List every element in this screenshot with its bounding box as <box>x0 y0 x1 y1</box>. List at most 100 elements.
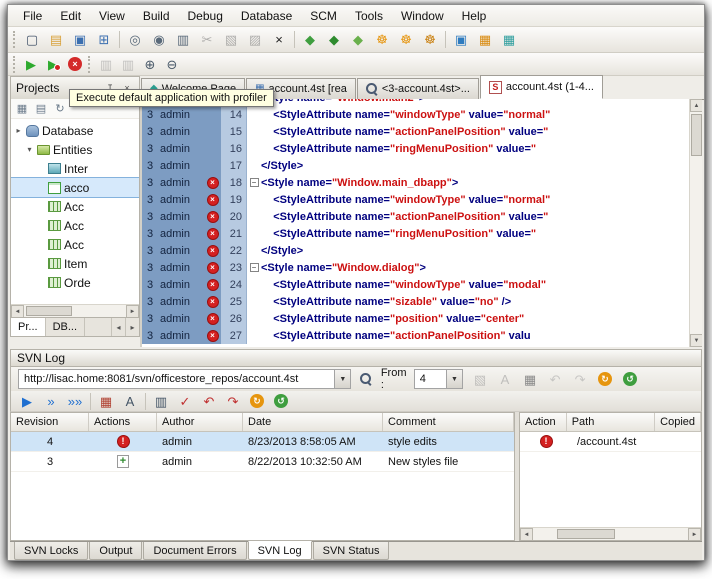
get-all-button[interactable]: »» <box>63 390 87 412</box>
menu-database[interactable]: Database <box>232 6 301 26</box>
url-dropdown-arrow[interactable]: ▼ <box>334 370 351 388</box>
fold-toggle[interactable]: − <box>247 174 261 191</box>
editor-tab-2[interactable]: <3-account.4st>... <box>356 78 479 99</box>
export-diff-button[interactable]: ▦ <box>94 390 118 412</box>
print-preview-button[interactable]: ▥ <box>117 54 139 74</box>
menu-window[interactable]: Window <box>392 6 453 26</box>
tree-item-acc[interactable]: Acc <box>11 235 139 254</box>
search-in-files-button[interactable]: ◉ <box>147 29 171 51</box>
undo-button[interactable]: ↶ <box>197 390 221 412</box>
bottom-tab-svn-status[interactable]: SVN Status <box>312 542 390 560</box>
menu-tools[interactable]: Tools <box>346 6 392 26</box>
scroll-left-icon[interactable]: ◄ <box>520 528 533 540</box>
run-profiler-button[interactable]: ▶ <box>42 54 64 74</box>
collapse-all-button[interactable]: ▦ <box>14 101 30 117</box>
verify-button[interactable]: ✓ <box>173 390 197 412</box>
menu-file[interactable]: File <box>14 6 51 26</box>
export-log-button[interactable]: ▦ <box>518 368 542 390</box>
menu-scm[interactable]: SCM <box>301 6 346 26</box>
repository-url-combo[interactable]: http://lisac.home:8081/svn/officestore_r… <box>18 369 352 389</box>
get-next-block-button[interactable]: » <box>39 390 63 412</box>
from-dropdown-arrow[interactable]: ▼ <box>446 370 463 388</box>
annotate-button[interactable]: A <box>493 368 517 390</box>
scroll-tabs-left-icon[interactable]: ◂ <box>111 318 125 336</box>
scroll-track[interactable] <box>24 305 126 317</box>
zoom-in-button[interactable]: ⊕ <box>139 54 161 74</box>
menu-view[interactable]: View <box>90 6 134 26</box>
caret-open-icon[interactable]: ▾ <box>25 145 34 154</box>
tree-item-orde[interactable]: Orde <box>11 273 139 292</box>
column-header-path[interactable]: Path <box>567 413 656 431</box>
commit-button[interactable]: ↺ <box>618 368 642 390</box>
deploy-button[interactable]: ◆ <box>346 29 370 51</box>
panel-tab-0[interactable]: Pr... <box>11 318 46 336</box>
code-editor[interactable]: 3admin13−<Style name="Window.main2">3adm… <box>142 99 702 347</box>
tree-horizontal-scrollbar[interactable]: ◄ ► <box>11 304 139 318</box>
scroll-up-icon[interactable]: ▲ <box>690 99 702 112</box>
menu-debug[interactable]: Debug <box>179 6 232 26</box>
menu-build[interactable]: Build <box>134 6 179 26</box>
copy-button[interactable]: ▧ <box>219 29 243 51</box>
menu-edit[interactable]: Edit <box>51 6 90 26</box>
tree-item-entities[interactable]: ▾ Entities <box>11 140 139 159</box>
paste-button[interactable]: ▨ <box>243 29 267 51</box>
get-log-button[interactable]: ▶ <box>15 390 39 412</box>
bottom-tab-svn-locks[interactable]: SVN Locks <box>14 542 89 560</box>
scroll-down-icon[interactable]: ▼ <box>690 334 702 347</box>
window-layout-button[interactable]: ▥ <box>171 29 195 51</box>
build-button[interactable]: ◆ <box>298 29 322 51</box>
scroll-track[interactable] <box>533 528 688 540</box>
tree-item-acc[interactable]: Acc <box>11 216 139 235</box>
report-designer-button[interactable]: ▦ <box>473 29 497 51</box>
caret-closed-icon[interactable]: ▸ <box>14 126 23 135</box>
bottom-tab-svn-log[interactable]: SVN Log <box>247 541 312 560</box>
bottom-tab-document-errors[interactable]: Document Errors <box>143 542 247 560</box>
new-file-button[interactable]: ▢ <box>20 29 44 51</box>
stop-button[interactable]: × <box>64 54 86 74</box>
cut-button[interactable]: ✂ <box>195 29 219 51</box>
scroll-thumb[interactable] <box>557 529 615 539</box>
refresh-button[interactable]: ↻ <box>52 101 68 117</box>
scroll-thumb[interactable] <box>26 306 72 316</box>
scroll-right-icon[interactable]: ► <box>688 528 701 540</box>
delete-button[interactable]: × <box>267 29 291 51</box>
annotate-revision-button[interactable]: A <box>118 390 142 412</box>
save-all-button[interactable]: ⊞ <box>92 29 116 51</box>
app-settings-button[interactable]: ☸ <box>370 29 394 51</box>
column-header-comment[interactable]: Comment <box>383 413 514 431</box>
view-revision-button[interactable]: ▥ <box>149 390 173 412</box>
menu-help[interactable]: Help <box>453 6 496 26</box>
column-header-action[interactable]: Action <box>520 413 567 431</box>
column-header-author[interactable]: Author <box>157 413 243 431</box>
column-header-actions[interactable]: Actions <box>89 413 157 431</box>
panel-tab-1[interactable]: DB... <box>46 318 86 336</box>
redo-merge-button[interactable]: ↷ <box>568 368 592 390</box>
column-header-copied[interactable]: Copied <box>655 413 701 431</box>
search-button[interactable]: ◎ <box>123 29 147 51</box>
undo-merge-button[interactable]: ↶ <box>543 368 567 390</box>
redo-button[interactable]: ↷ <box>221 390 245 412</box>
zoom-out-button[interactable]: ⊖ <box>161 54 183 74</box>
open-folder-button[interactable]: ▤ <box>44 29 68 51</box>
save-button[interactable]: ▣ <box>68 29 92 51</box>
update-to-revision-button[interactable]: ↻ <box>593 368 617 390</box>
scroll-tabs-right-icon[interactable]: ▸ <box>125 318 139 336</box>
column-header-date[interactable]: Date <box>243 413 383 431</box>
fold-toggle[interactable]: − <box>247 259 261 276</box>
editor-vertical-scrollbar[interactable]: ▲ ▼ <box>689 99 702 347</box>
link-with-editor-button[interactable]: ▤ <box>33 101 49 117</box>
changed-path-row[interactable]: ! /account.4st <box>520 432 701 452</box>
services-button[interactable]: ☸ <box>394 29 418 51</box>
scroll-thumb[interactable] <box>691 114 702 156</box>
tree-item-acco[interactable]: acco <box>11 177 139 198</box>
revision-row-3[interactable]: 3 + admin 8/22/2013 10:32:50 AM New styles f… <box>11 452 514 472</box>
db-designer-button[interactable]: ▦ <box>497 29 521 51</box>
update-head-button[interactable]: ↻ <box>245 390 269 412</box>
tree-item-acc[interactable]: Acc <box>11 197 139 216</box>
rebuild-button[interactable]: ◆ <box>322 29 346 51</box>
editor-tab-3[interactable]: Saccount.4st (1-4... <box>479 75 603 99</box>
column-header-revision[interactable]: Revision <box>11 413 89 431</box>
tree-item-database[interactable]: ▸ Database <box>11 121 139 140</box>
paths-horizontal-scrollbar[interactable]: ◄ ► <box>520 527 701 540</box>
from-revision-combo[interactable]: 4 ▼ <box>413 369 464 389</box>
